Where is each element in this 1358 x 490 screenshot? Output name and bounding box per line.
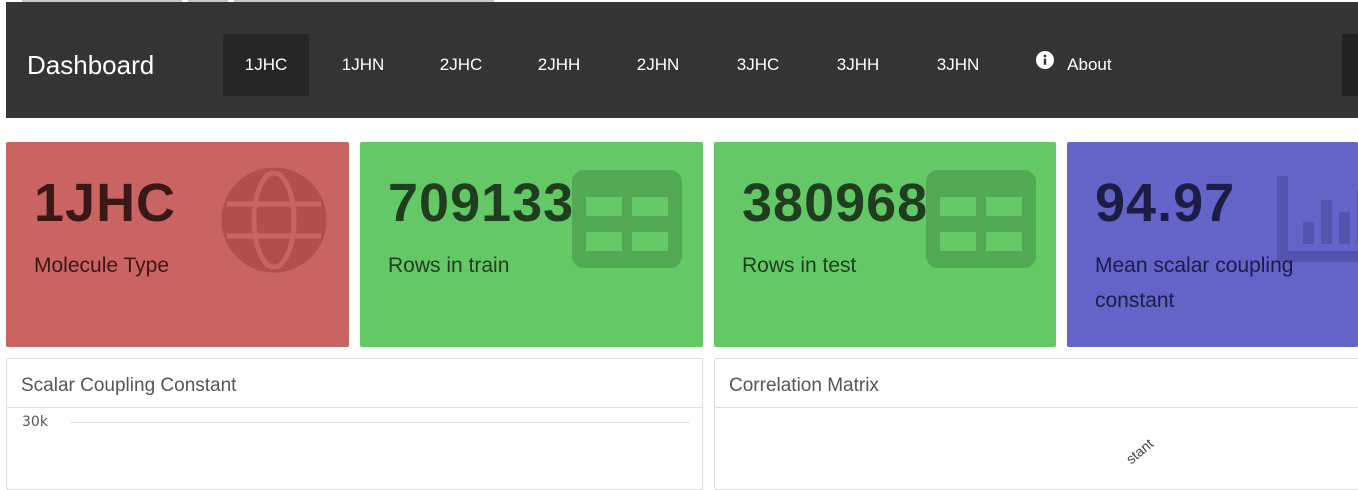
nav-item-label: 3JHN xyxy=(936,55,980,74)
nav-item-label: 2JHC xyxy=(439,55,483,74)
stat-card-rows-test: 380968 Rows in test xyxy=(714,142,1056,347)
table-icon xyxy=(926,170,1036,273)
stat-label: Rows in train xyxy=(388,254,510,277)
stat-label: Molecule Type xyxy=(34,254,170,277)
nav-item-1jhn[interactable]: 1JHN xyxy=(323,34,403,96)
panel-title: Correlation Matrix xyxy=(715,359,1358,408)
table-icon xyxy=(572,170,682,273)
y-axis-tick-label: 30k xyxy=(22,414,48,430)
nav-item-label: 1JHN xyxy=(341,55,385,74)
matrix-axis-label: stant xyxy=(1122,435,1157,467)
nav-item-2jhn[interactable]: 2JHN xyxy=(618,34,698,96)
stat-card-mean-scc: 94.97 Mean scalar coupling constant xyxy=(1067,142,1358,347)
stat-value: 1JHC xyxy=(34,173,177,233)
navbar-brand[interactable]: Dashboard xyxy=(27,2,154,118)
info-circle-icon xyxy=(1036,33,1055,95)
nav-item-2jhh[interactable]: 2JHH xyxy=(519,34,599,96)
chart-gridline xyxy=(70,422,690,423)
nav-item-3jhc[interactable]: 3JHC xyxy=(718,34,798,96)
top-navbar: Dashboard 1JHC 1JHN 2JHC 2JHH 2JHN 3JHC … xyxy=(6,2,1358,118)
nav-item-3jhh[interactable]: 3JHH xyxy=(818,34,898,96)
nav-item-about[interactable]: About xyxy=(1018,34,1130,96)
correlation-matrix-panel: Correlation Matrix stant xyxy=(714,358,1358,490)
nav-item-1jhc[interactable]: 1JHC xyxy=(223,34,309,96)
scalar-coupling-panel: Scalar Coupling Constant 30k xyxy=(6,358,703,490)
nav-item-label: 2JHN xyxy=(636,55,680,74)
nav-item-label: 1JHC xyxy=(244,55,288,74)
stat-value: 94.97 xyxy=(1095,173,1236,233)
stat-label: Mean scalar coupling constant xyxy=(1095,254,1294,312)
nav-item-3jhn[interactable]: 3JHN xyxy=(918,34,998,96)
nav-item-label: 2JHH xyxy=(537,55,581,74)
stat-value: 380968 xyxy=(742,173,929,233)
nav-item-label: 3JHH xyxy=(836,55,880,74)
panel-title: Scalar Coupling Constant xyxy=(7,359,702,408)
nav-item-label: 3JHC xyxy=(736,55,780,74)
navbar-right-control[interactable] xyxy=(1342,34,1358,96)
nav-item-2jhc[interactable]: 2JHC xyxy=(421,34,501,96)
stat-card-rows-train: 709133 Rows in train xyxy=(360,142,703,347)
stat-card-molecule-type: 1JHC Molecule Type xyxy=(6,142,349,347)
stat-value: 709133 xyxy=(388,173,575,233)
nav-item-label: About xyxy=(1067,55,1112,74)
stat-label: Rows in test xyxy=(742,254,857,277)
globe-icon xyxy=(220,166,328,279)
